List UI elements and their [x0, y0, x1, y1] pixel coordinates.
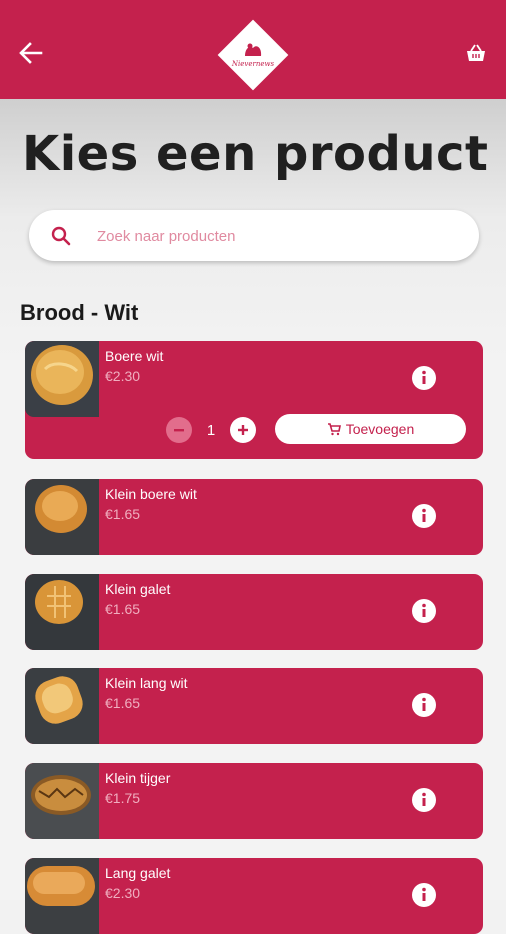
increase-quantity-button[interactable]: [230, 417, 256, 443]
product-name: Klein galet: [105, 581, 171, 597]
product-price: €1.65: [105, 695, 141, 711]
info-button[interactable]: [412, 599, 436, 623]
product-image: [25, 858, 99, 934]
logo-text: Nievernews: [231, 60, 275, 68]
product-name: Boere wit: [105, 348, 164, 364]
product-card[interactable]: Klein lang wit €1.65: [25, 668, 483, 744]
product-price: €1.65: [105, 601, 141, 617]
product-price: €1.65: [105, 506, 141, 522]
info-button[interactable]: [412, 504, 436, 528]
product-price: €2.30: [105, 885, 141, 901]
product-card[interactable]: Lang galet €2.30: [25, 858, 483, 934]
info-button[interactable]: [412, 693, 436, 717]
product-card[interactable]: Klein galet €1.65: [25, 574, 483, 650]
minus-icon: [174, 429, 184, 432]
cart-button[interactable]: [464, 42, 488, 66]
search-input[interactable]: [95, 210, 469, 263]
product-price: €2.30: [105, 368, 141, 384]
product-image: [25, 763, 99, 839]
product-image: [25, 574, 99, 650]
bakery-logo-icon: [245, 43, 262, 56]
section-title: Brood - Wit: [20, 300, 139, 325]
decrease-quantity-button[interactable]: [166, 417, 192, 443]
search-bar[interactable]: [29, 210, 479, 263]
add-to-cart-label: Toevoegen: [345, 421, 415, 437]
search-icon: [51, 226, 71, 246]
product-image: [25, 668, 99, 744]
info-icon: [412, 599, 436, 623]
add-to-cart-button[interactable]: Toevoegen: [275, 414, 466, 444]
product-name: Lang galet: [105, 865, 171, 881]
cart-add-icon: [327, 423, 341, 436]
product-name: Klein tijger: [105, 770, 171, 786]
product-price: €1.75: [105, 790, 141, 806]
top-app-bar: Nievernews: [0, 0, 506, 99]
info-icon: [412, 883, 436, 907]
product-name: Klein lang wit: [105, 675, 188, 691]
info-button[interactable]: [412, 883, 436, 907]
product-image: [25, 341, 99, 417]
basket-icon: [467, 44, 485, 61]
info-icon: [412, 788, 436, 812]
back-button[interactable]: [16, 38, 46, 68]
product-name: Klein boere wit: [105, 486, 197, 502]
info-button[interactable]: [412, 366, 436, 390]
quantity-value: 1: [206, 422, 216, 439]
info-icon: [412, 693, 436, 717]
product-image: [25, 479, 99, 555]
page-title: Kies een product: [22, 126, 489, 182]
product-card[interactable]: Klein tijger €1.75: [25, 763, 483, 839]
info-icon: [412, 504, 436, 528]
info-icon: [412, 366, 436, 390]
plus-icon: [238, 425, 248, 435]
product-card[interactable]: Boere wit €2.30 1 Toevoegen: [25, 341, 483, 459]
arrow-left-icon: [19, 42, 43, 64]
product-card[interactable]: Klein boere wit €1.65: [25, 479, 483, 555]
info-button[interactable]: [412, 788, 436, 812]
